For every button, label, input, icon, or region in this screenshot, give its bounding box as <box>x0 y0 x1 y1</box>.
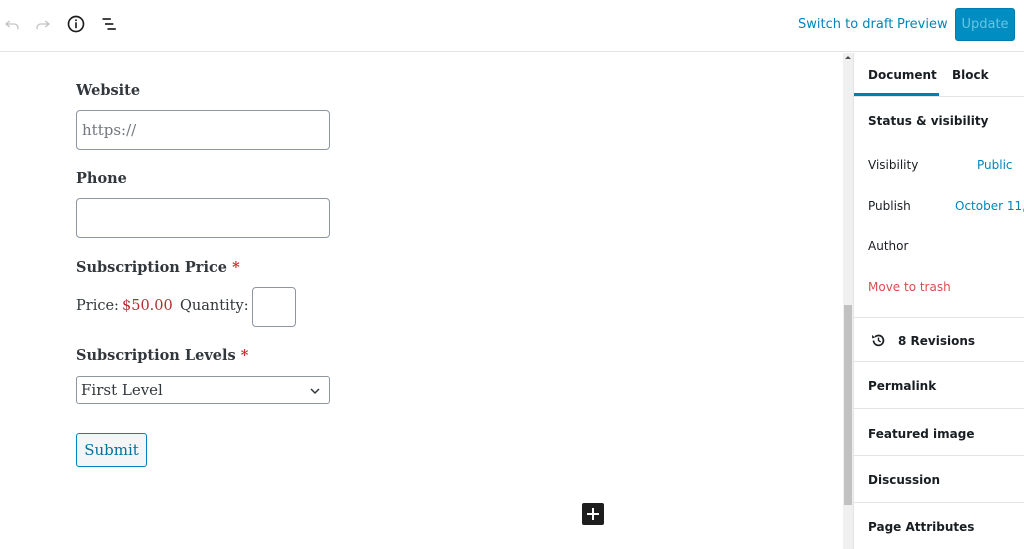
permalink-title[interactable]: Permalink <box>868 379 936 393</box>
website-input[interactable]: https:// <box>76 110 330 150</box>
move-to-trash-button[interactable]: Move to trash <box>868 280 951 294</box>
quantity-label: Quantity: <box>180 298 249 314</box>
phone-input[interactable] <box>76 198 330 238</box>
publish-date-value[interactable]: October 11, 2 <box>955 199 1024 213</box>
subscription-price-label-text: Subscription Price <box>76 259 228 276</box>
history-icon <box>870 332 887 352</box>
visibility-label: Visibility <box>868 158 919 172</box>
phone-label: Phone <box>76 170 127 187</box>
redo-icon[interactable] <box>31 12 55 36</box>
submit-button[interactable]: Submit <box>76 433 147 467</box>
block-inserter-button[interactable] <box>582 503 604 525</box>
featured-image-panel[interactable]: Featured image <box>854 408 1024 455</box>
plus-icon <box>587 508 599 520</box>
discussion-title[interactable]: Discussion <box>868 473 940 487</box>
required-mark: * <box>240 347 249 364</box>
scrollbar-thumb[interactable] <box>844 305 852 505</box>
required-mark: * <box>232 259 240 276</box>
content-scrollbar[interactable] <box>843 53 853 549</box>
status-visibility-panel-title[interactable]: Status & visibility <box>868 114 988 128</box>
switch-to-draft-button[interactable]: Switch to draft <box>798 17 893 32</box>
revisions-link[interactable]: 8 Revisions <box>898 334 975 348</box>
settings-sidebar: Document Block Status & visibility Visib… <box>853 53 1024 549</box>
quantity-input[interactable] <box>252 287 296 327</box>
subscription-levels-label: Subscription Levels * <box>76 347 248 364</box>
visibility-value[interactable]: Public <box>977 158 1013 172</box>
discussion-panel[interactable]: Discussion <box>854 455 1024 502</box>
price-label: Price: <box>76 298 119 314</box>
sidebar-tabs: Document Block <box>854 53 1024 97</box>
update-button[interactable]: Update <box>955 8 1015 41</box>
tab-block[interactable]: Block <box>952 68 989 82</box>
info-icon[interactable] <box>64 12 88 36</box>
website-placeholder: https:// <box>82 121 137 139</box>
scroll-up-arrow-icon[interactable] <box>845 56 851 59</box>
active-tab-indicator <box>854 93 939 96</box>
permalink-panel[interactable]: Permalink <box>854 361 1024 408</box>
page-attributes-panel[interactable]: Page Attributes <box>854 502 1024 549</box>
selected-option: First Level <box>81 381 163 399</box>
page-attributes-title[interactable]: Page Attributes <box>868 520 974 534</box>
featured-image-title[interactable]: Featured image <box>868 427 975 441</box>
preview-button[interactable]: Preview <box>897 17 948 32</box>
undo-icon[interactable] <box>0 12 24 36</box>
chevron-down-icon <box>309 383 321 401</box>
price-value: $50.00 <box>122 298 173 314</box>
subscription-price-label: Subscription Price * <box>76 259 240 276</box>
author-label: Author <box>868 239 909 253</box>
block-navigation-icon[interactable] <box>98 12 122 36</box>
editor-header: Switch to draft Preview Update <box>0 0 1024 52</box>
publish-label: Publish <box>868 199 911 213</box>
revisions-panel[interactable]: 8 Revisions <box>854 317 1024 362</box>
subscription-levels-select[interactable]: First Level <box>76 376 330 404</box>
website-label: Website <box>76 82 141 99</box>
subscription-levels-label-text: Subscription Levels <box>76 347 236 364</box>
tab-document[interactable]: Document <box>868 68 937 82</box>
